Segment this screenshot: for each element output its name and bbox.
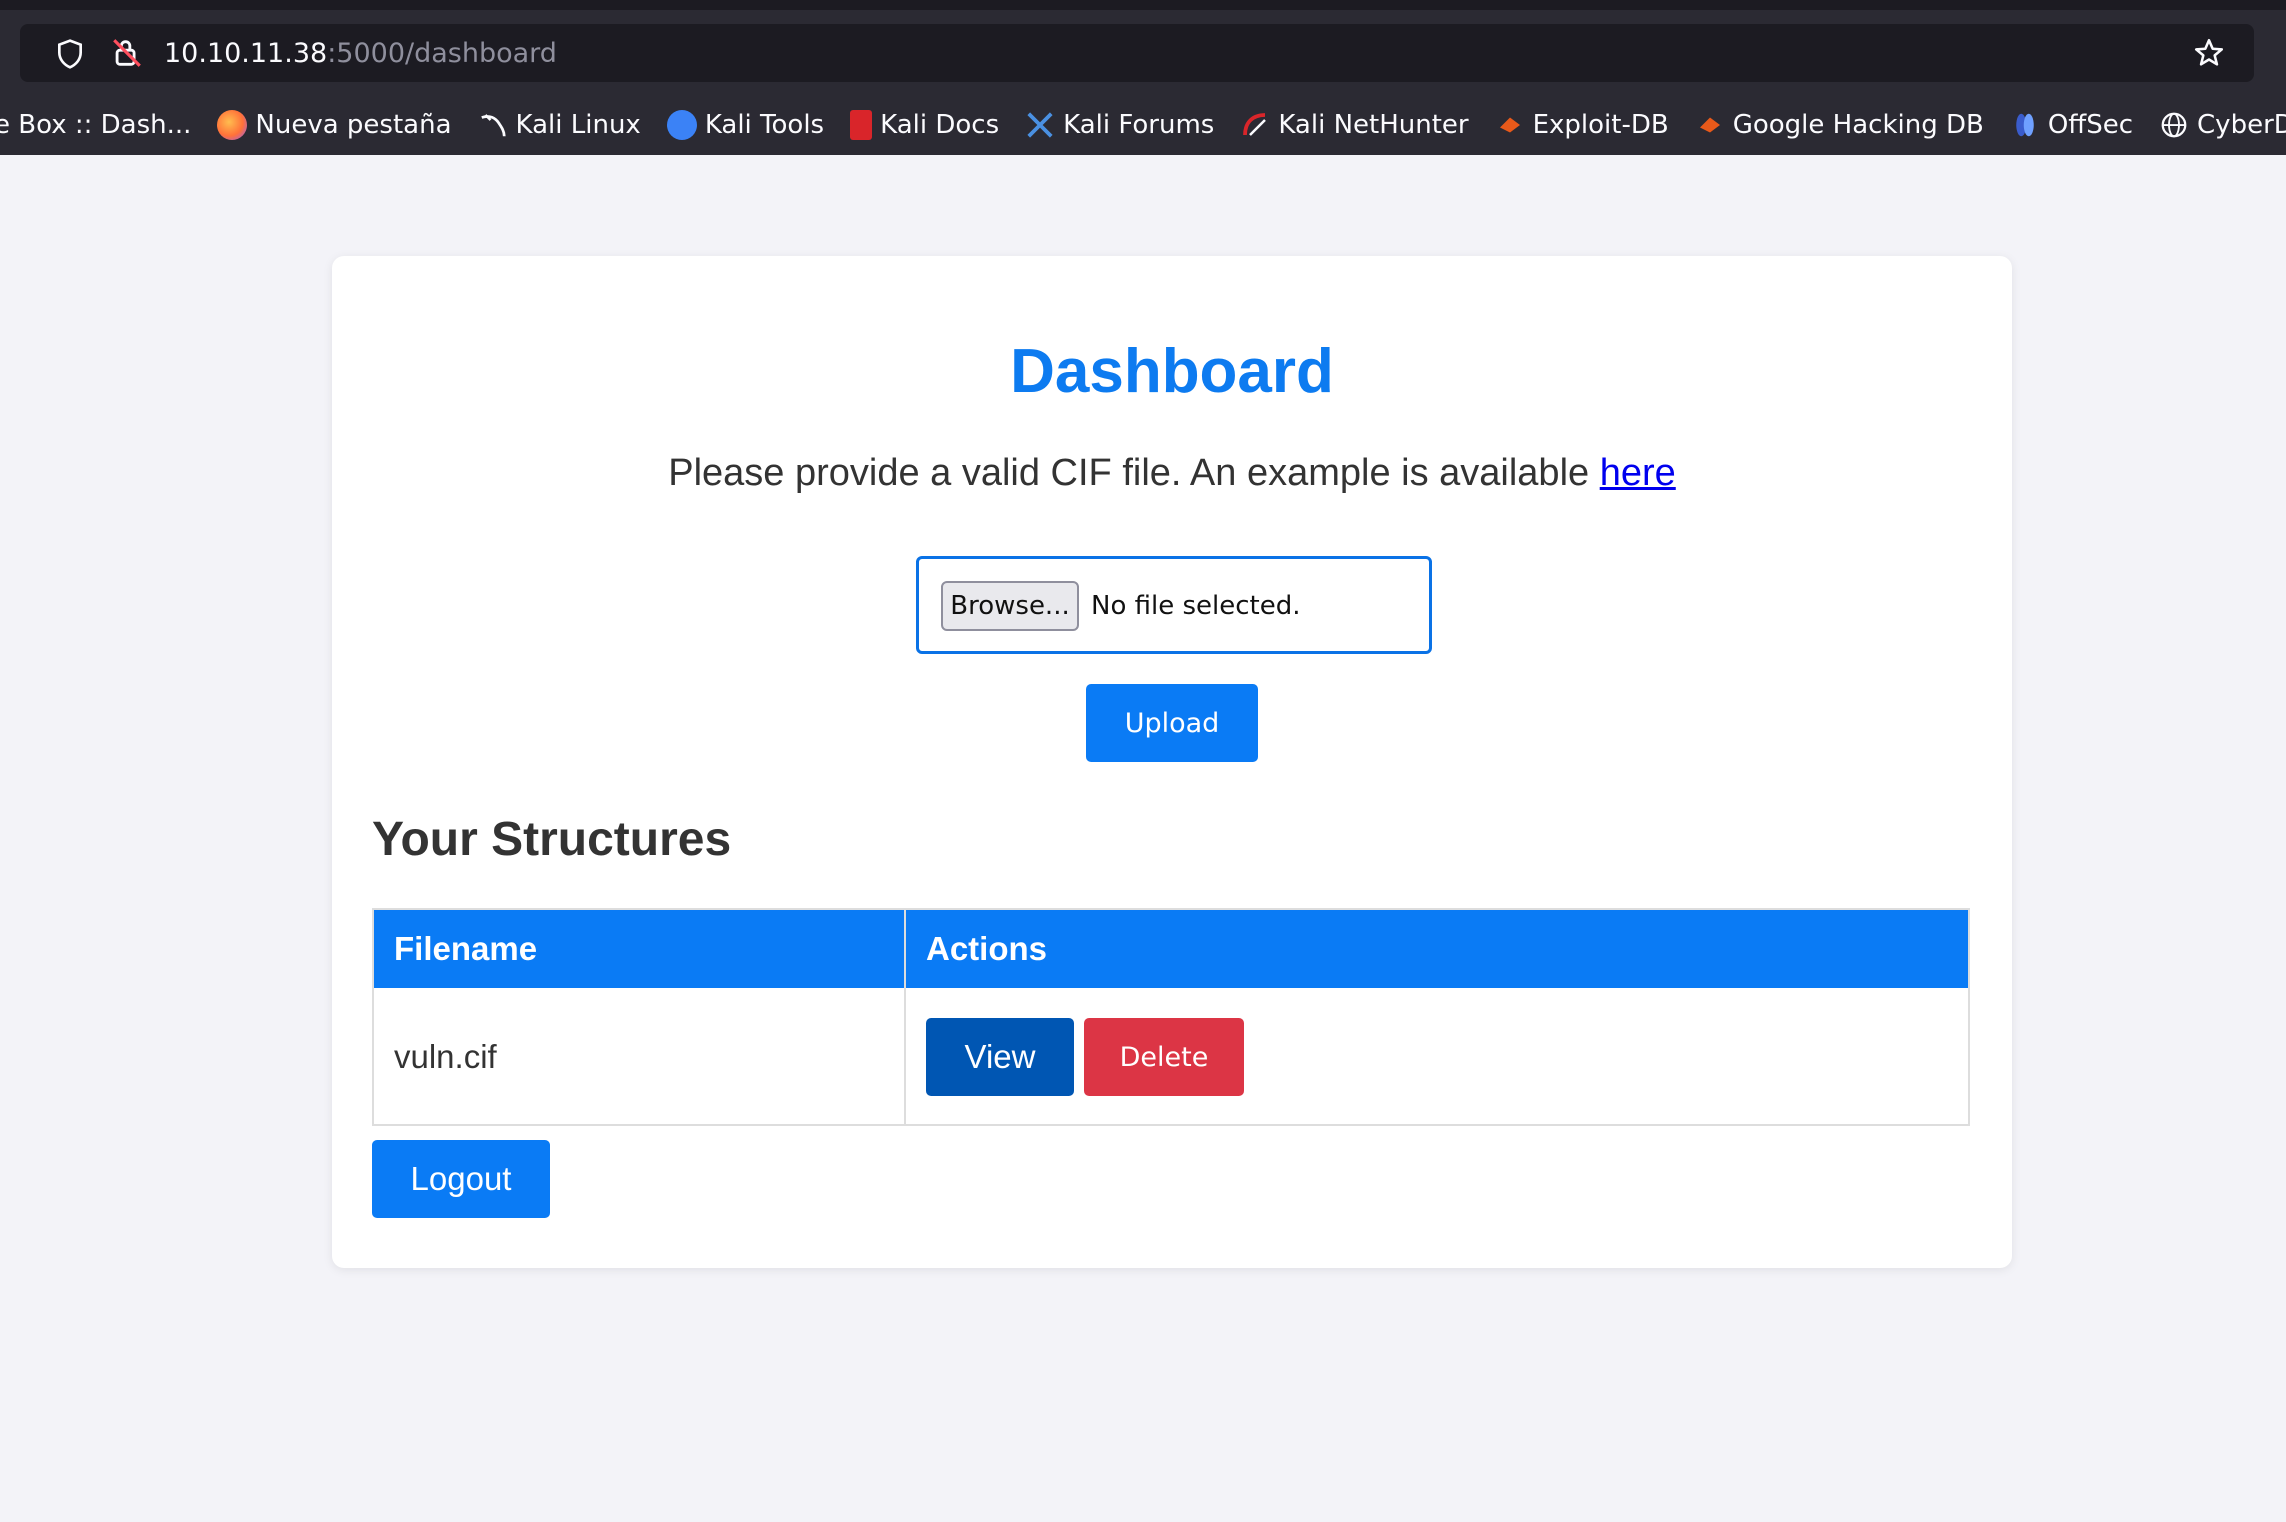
browse-button[interactable]: Browse...: [941, 581, 1079, 631]
delete-button[interactable]: Delete: [1084, 1018, 1244, 1096]
example-link[interactable]: here: [1600, 452, 1676, 494]
header-actions: Actions: [926, 930, 1048, 967]
bookmark-label: CyberDefe: [2197, 110, 2286, 140]
structures-heading: Your Structures: [372, 813, 732, 866]
file-status: No file selected.: [1091, 591, 1301, 621]
url-path: :5000/dashboard: [327, 38, 557, 69]
bookmark-star-icon[interactable]: [2192, 36, 2226, 70]
upload-button[interactable]: Upload: [1086, 684, 1258, 762]
firefox-icon: [217, 110, 248, 140]
bookmark-label: OffSec: [2047, 110, 2134, 140]
bookmark-item[interactable]: Google Hacking DB: [1695, 110, 1984, 140]
tab-strip-edge: [0, 0, 2286, 10]
bookmark-label: e Box :: Dash...: [0, 110, 192, 140]
bookmark-item[interactable]: e Box :: Dash...: [0, 110, 191, 140]
insecure-lock-icon[interactable]: [110, 36, 144, 70]
bookmark-label: Nueva pestaña: [255, 110, 452, 140]
bookmark-item[interactable]: Kali Docs: [850, 110, 999, 140]
instructions-label: Please provide a valid CIF file. An exam…: [668, 452, 1600, 494]
dashboard-card: Dashboard Please provide a valid CIF fil…: [332, 256, 2012, 1268]
address-bar[interactable]: 10.10.11.38:5000/dashboard: [20, 24, 2254, 82]
bookmark-item[interactable]: Kali Tools: [666, 110, 825, 140]
bookmark-item[interactable]: Kali Forums: [1025, 110, 1214, 140]
page-title: Dashboard: [1010, 337, 1334, 406]
bookmark-label: Exploit-DB: [1532, 110, 1669, 140]
bookmark-item[interactable]: CyberDefe: [2159, 110, 2286, 140]
bookmark-label: Kali Linux: [515, 110, 641, 140]
bookmark-label: Kali Tools: [704, 110, 825, 140]
cell-filename: vuln.cif: [374, 988, 906, 1126]
browser-chrome: 10.10.11.38:5000/dashboard e Box :: Dash…: [0, 0, 2286, 155]
cell-actions: View Delete: [906, 988, 1970, 1126]
offsec-icon: [2016, 113, 2034, 137]
bookmark-item[interactable]: Kali Linux: [478, 110, 641, 140]
ghdb-icon: [1699, 117, 1720, 133]
bookmark-label: Kali Docs: [880, 110, 1000, 140]
bookmark-label: Google Hacking DB: [1732, 110, 1984, 140]
file-input[interactable]: Browse... No file selected.: [916, 556, 1432, 654]
bookmark-label: Kali Forums: [1063, 110, 1215, 140]
bookmark-label: Kali NetHunter: [1278, 110, 1469, 140]
bookmark-item[interactable]: Exploit-DB: [1495, 110, 1669, 140]
url-host: 10.10.11.38: [164, 38, 328, 69]
structures-table: Filename Actions vuln.cif View Delete: [372, 908, 1970, 1126]
url-text[interactable]: 10.10.11.38:5000/dashboard: [164, 38, 557, 69]
logout-button[interactable]: Logout: [372, 1140, 550, 1218]
bookmark-item[interactable]: OffSec: [2010, 110, 2133, 140]
instructions-text: Please provide a valid CIF file. An exam…: [332, 452, 2012, 495]
shield-icon[interactable]: [54, 38, 86, 70]
kali-docs-icon: [850, 110, 873, 140]
header-filename: Filename: [374, 910, 906, 988]
bookmark-item[interactable]: Kali NetHunter: [1240, 110, 1469, 140]
globe-icon: [2161, 112, 2187, 138]
view-button[interactable]: View: [926, 1018, 1074, 1096]
table-header: Filename Actions: [374, 910, 1968, 988]
bookmarks-toolbar: e Box :: Dash... Nueva pestaña Kali Linu…: [0, 96, 2286, 154]
nethunter-icon: [1243, 113, 1267, 136]
kali-dragon-icon: [480, 114, 506, 137]
bookmark-item[interactable]: Nueva pestaña: [217, 110, 452, 140]
kali-tools-icon: [666, 110, 697, 140]
exploit-db-icon: [1499, 117, 1520, 133]
kali-forums-icon: [1027, 112, 1053, 138]
